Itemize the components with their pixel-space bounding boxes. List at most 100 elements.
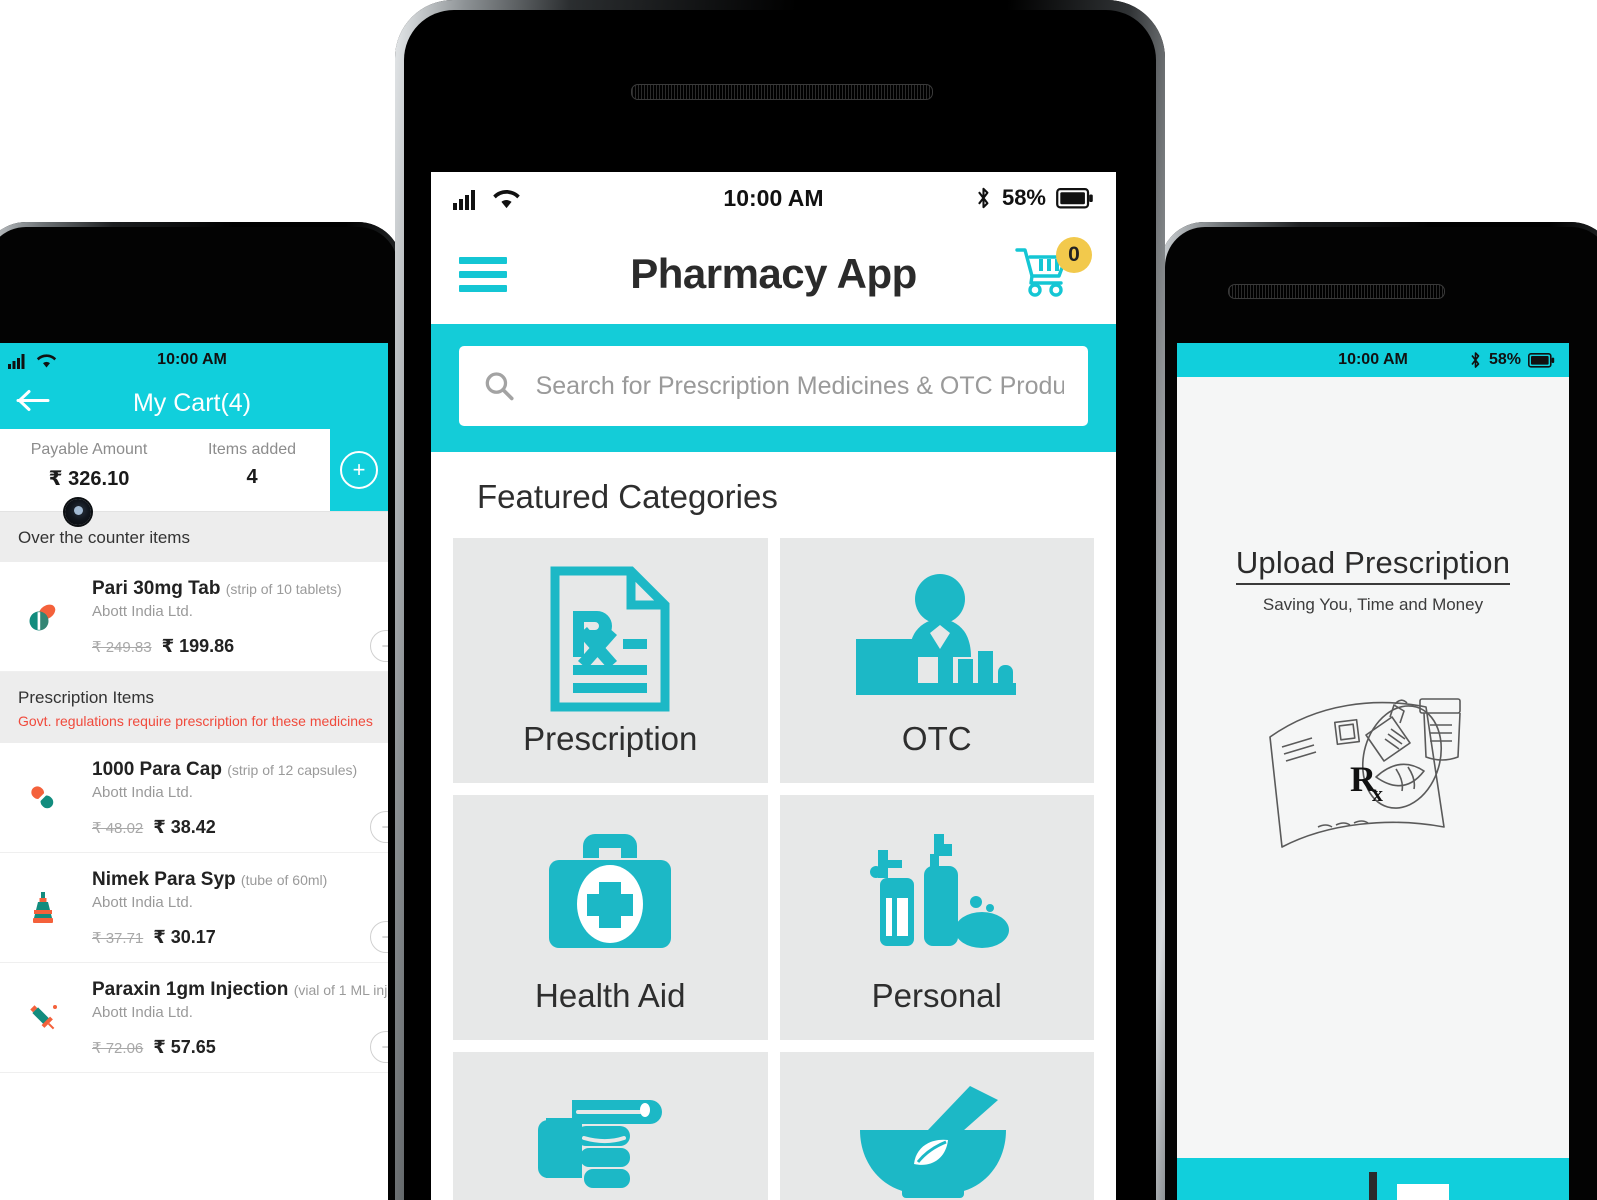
category-label: Personal [871,976,1002,1014]
category-label: Health Aid [535,976,686,1014]
minus-circle-icon[interactable]: − [370,1031,388,1063]
cart-item-name: Pari 30mg Tab (strip of 10 tablets) [92,578,388,600]
cart-item-price-row: ₹ 48.02 ₹ 38.42 [92,817,388,838]
cart-item-maker: Abott India Ltd. [92,603,193,620]
cart-item-price-row: ₹ 37.71 ₹ 30.17 [92,927,388,948]
cart-item-row[interactable]: Pari 30mg Tab (strip of 10 tablets) Abot… [0,562,388,672]
payable-amount-value: ₹ 326.10 [48,468,130,490]
cart-page-title: My Cart(4) [132,388,252,417]
center-appbar: Pharmacy App 0 [431,224,1116,324]
item-pack-text: (strip of 12 capsules) [227,762,358,778]
search-icon [485,372,514,401]
category-tile-personal[interactable]: Personal [779,795,1094,1040]
item-name-text: Paraxin 1gm Injection [92,979,289,1000]
svg-text:x: x [1372,781,1383,806]
featured-categories-heading: Featured Categories [477,478,778,515]
bottom-bar-pill [1396,1184,1449,1200]
add-circle-icon: + [340,451,378,489]
right-status-indicators: 58% [1469,351,1555,369]
first-aid-kit-icon [535,821,685,971]
category-tile-health-aid[interactable]: Health Aid [453,795,768,1040]
left-status-bar: 10:00 AM [0,343,388,377]
center-phone-screen: 10:00 AM 58% Pharmacy App 0 Search for P… [431,172,1116,1200]
item-name-text: 1000 Para Cap [92,759,222,780]
minus-circle-icon[interactable]: − [370,630,388,662]
item-pack-text: (tube of 60ml) [240,872,328,888]
cart-item-row[interactable]: 1000 Para Cap (strip of 12 capsules) Abo… [0,743,388,853]
right-status-bar: 10:00 AM 58% [1177,343,1569,377]
items-added-label: Items added [207,441,297,458]
left-phone-device: 10:00 AM My Cart(4) Payable Amount ₹ 326… [0,222,402,1200]
category-tile-otc[interactable]: OTC [779,538,1094,783]
search-input[interactable]: Search for Prescription Medicines & OTC … [459,346,1088,426]
cart-item-price: ₹ 38.42 [153,817,216,837]
mortar-pestle-icon [854,1063,1020,1200]
cart-item-price: ₹ 30.17 [153,927,216,947]
cart-item-price: ₹ 57.65 [153,1037,216,1057]
cart-item-name: Paraxin 1gm Injection (vial of 1 ML inje… [92,979,388,1001]
bottom-bar-nub [1369,1172,1377,1200]
search-band: Search for Prescription Medicines & OTC … [431,324,1116,452]
battery-icon [1528,352,1555,368]
cart-item-mrp: ₹ 37.71 [92,930,144,947]
section-header-prescription: Prescription Items Govt. regulations req… [0,672,388,743]
category-tile-pointing-hand[interactable] [453,1052,768,1200]
cart-item-mrp: ₹ 72.06 [92,1040,144,1057]
right-phone-screen: 10:00 AM 58% Upload Prescription Saving … [1177,343,1569,1200]
section-title: Prescription Items [18,688,155,707]
rx-document-icon [549,564,671,714]
bluetooth-icon [978,187,989,209]
minus-circle-icon[interactable]: − [370,921,388,953]
cart-item-price-row: ₹ 249.83 ₹ 199.86 [92,636,388,657]
left-appbar: My Cart(4) [0,377,388,429]
item-name-text: Nimek Para Syp [92,869,236,890]
center-status-indicators: 58% [975,185,1094,211]
cart-item-row[interactable]: Paraxin 1gm Injection (vial of 1 ML inje… [0,963,388,1073]
right-phone-device: 10:00 AM 58% Upload Prescription Saving … [1160,222,1597,1200]
cart-count-badge: 0 [1056,237,1092,273]
item-name-text: Pari 30mg Tab [92,578,221,599]
pointing-hand-icon [532,1063,688,1200]
upload-title-text: Upload Prescription [1235,545,1511,585]
cart-button[interactable]: 0 [1014,237,1092,305]
cart-item-maker: Abott India Ltd. [92,894,193,911]
category-label: Prescription [523,719,698,757]
upload-prescription-content: Upload Prescription Saving You, Time and… [1177,377,1569,862]
cart-summary: Payable Amount ₹ 326.10 Items added 4 + [0,429,388,512]
battery-percent: 58% [1001,185,1046,210]
payable-amount-block: Payable Amount ₹ 326.10 [0,429,182,511]
earpiece-speaker-icon [631,84,933,100]
cart-item-name: Nimek Para Syp (tube of 60ml) [92,869,388,891]
items-added-block: Items added 4 [182,429,322,511]
left-status-time: 10:00 AM [157,351,227,368]
section-title: Over the counter items [18,528,190,547]
upload-prescription-subtitle: Saving You, Time and Money [1262,595,1484,614]
categories-grid: Prescription OTC Health Aid Personal [431,538,1116,1200]
payable-amount-label: Payable Amount [30,441,148,458]
cart-item-mrp: ₹ 249.83 [92,639,152,656]
cart-item-maker: Abott India Ltd. [92,784,193,801]
syringe-icon [26,1001,60,1035]
minus-circle-icon[interactable]: − [370,811,388,843]
cart-item-row[interactable]: Nimek Para Syp (tube of 60ml) Abott Indi… [0,853,388,963]
cart-item-mrp: ₹ 48.02 [92,820,144,837]
cart-item-name: 1000 Para Cap (strip of 12 capsules) [92,759,388,781]
category-tile-mortar-pestle[interactable] [779,1052,1094,1200]
syrup-tube-icon [26,891,60,925]
bottom-action-bar[interactable] [1177,1158,1569,1200]
battery-percent: 58% [1488,351,1521,368]
left-phone-screen: 10:00 AM My Cart(4) Payable Amount ₹ 326… [0,343,388,1200]
item-pack-text: (strip of 10 tablets) [225,581,342,597]
cart-item-price-row: ₹ 72.06 ₹ 57.65 [92,1037,388,1058]
pharmacist-counter-icon [854,564,1020,714]
cart-item-price: ₹ 199.86 [161,636,235,656]
cart-item-maker: Abott India Ltd. [92,1004,193,1021]
back-arrow-icon[interactable] [16,389,52,418]
capsule-icon [26,781,60,815]
item-pack-text: (vial of 1 ML injection) [293,982,388,998]
personal-care-bottles-icon [862,821,1012,971]
prescription-warning-text: Govt. regulations require prescription f… [18,713,373,729]
center-phone-device: 10:00 AM 58% Pharmacy App 0 Search for P… [395,0,1165,1200]
add-more-items-button[interactable]: + [330,429,388,511]
category-tile-prescription[interactable]: Prescription [453,538,768,783]
